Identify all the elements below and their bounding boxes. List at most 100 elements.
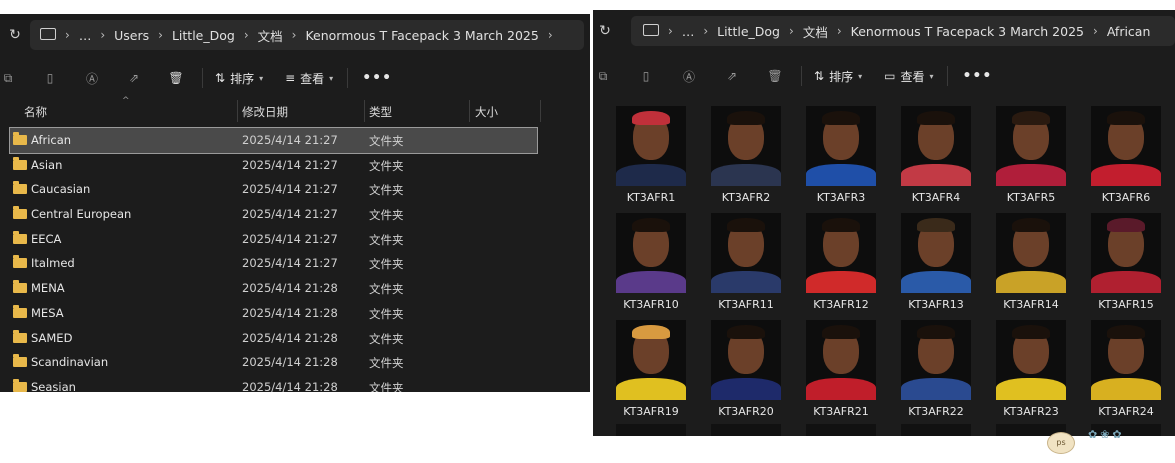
folder-name: Italmed [31, 256, 75, 271]
face-hair [1012, 111, 1050, 125]
thumbnail-label: KT3AFR13 [908, 298, 964, 311]
column-divider[interactable] [237, 100, 238, 122]
folder-type: 文件夹 [369, 183, 404, 198]
face-hair [822, 325, 860, 339]
folder-row[interactable]: Asian 2025/4/14 21:27 文件夹 [0, 153, 590, 178]
share-icon[interactable]: ⇗ [722, 68, 742, 84]
breadcrumb-facepack[interactable]: Kenormous T Facepack 3 March 2025 [305, 28, 538, 43]
thumbnail-label: KT3AFR5 [1006, 191, 1056, 204]
image-thumbnail[interactable]: KT3AFR11 [706, 210, 786, 312]
breadcrumb-documents[interactable]: 文档 [803, 22, 828, 41]
breadcrumb-users[interactable]: Users [114, 28, 149, 43]
face-hair [632, 218, 670, 232]
address-bar: ↻ › … › Users › Little_Dog › 文档 › Kenorm… [0, 14, 590, 56]
column-divider[interactable] [364, 100, 365, 122]
image-thumbnail[interactable]: KT3AFR13 [896, 210, 976, 312]
folder-row[interactable]: MESA 2025/4/14 21:28 文件夹 [0, 301, 590, 326]
view-icon: ≡ [285, 71, 296, 85]
this-pc-icon[interactable] [643, 24, 659, 36]
face-photo [901, 320, 971, 400]
delete-icon[interactable]: 🗑 [765, 68, 785, 84]
folder-type: 文件夹 [369, 380, 404, 392]
face-shirt [806, 164, 876, 186]
sort-button[interactable]: ⇅ 排序 ▾ [215, 70, 263, 87]
face-photo [616, 320, 686, 400]
folder-row[interactable]: Central European 2025/4/14 21:27 文件夹 [0, 202, 590, 227]
breadcrumb-facepack[interactable]: Kenormous T Facepack 3 March 2025 [851, 24, 1084, 39]
view-button[interactable]: ▭ 查看 ▾ [884, 68, 933, 85]
folder-row[interactable]: Caucasian 2025/4/14 21:27 文件夹 [0, 177, 590, 202]
image-thumbnail[interactable]: KT3AFR6 [1086, 103, 1166, 205]
image-thumbnail[interactable]: KT3AFR4 [896, 103, 976, 205]
breadcrumb-more[interactable]: … [682, 24, 695, 39]
face-hair [727, 218, 765, 232]
paste-icon[interactable]: ▯ [40, 70, 60, 86]
folder-type: 文件夹 [369, 158, 404, 173]
column-divider[interactable] [540, 100, 541, 122]
folder-date: 2025/4/14 21:27 [242, 133, 338, 147]
breadcrumb-documents[interactable]: 文档 [258, 26, 283, 45]
thumbnail-label: KT3AFR6 [1101, 191, 1151, 204]
image-thumbnail-partial[interactable] [901, 424, 971, 436]
refresh-icon[interactable]: ↻ [0, 27, 30, 43]
image-thumbnail[interactable]: KT3AFR19 [611, 317, 691, 419]
more-options-button[interactable]: ••• [362, 70, 392, 86]
sort-button[interactable]: ⇅ 排序 ▾ [814, 68, 862, 85]
image-thumbnail[interactable]: KT3AFR22 [896, 317, 976, 419]
folder-row[interactable]: Scandinavian 2025/4/14 21:28 文件夹 [0, 350, 590, 375]
more-options-button[interactable]: ••• [962, 68, 992, 84]
image-thumbnail[interactable]: KT3AFR24 [1086, 317, 1166, 419]
breadcrumb[interactable]: › … › Little_Dog › 文档 › Kenormous T Face… [631, 16, 1175, 46]
folder-row[interactable]: MENA 2025/4/14 21:28 文件夹 [0, 276, 590, 301]
folder-row[interactable]: African 2025/4/14 21:27 文件夹 [9, 127, 538, 154]
column-size[interactable]: 大小 [475, 104, 498, 120]
column-name[interactable]: 名称 [24, 104, 47, 120]
folder-row[interactable]: Seasian 2025/4/14 21:28 文件夹 [0, 375, 590, 392]
folder-row[interactable]: Italmed 2025/4/14 21:27 文件夹 [0, 251, 590, 276]
image-thumbnail[interactable]: KT3AFR20 [706, 317, 786, 419]
thumbnail-label: KT3AFR10 [623, 298, 679, 311]
folder-row[interactable]: SAMED 2025/4/14 21:28 文件夹 [0, 326, 590, 351]
folder-icon [13, 354, 27, 368]
breadcrumb-more[interactable]: … [79, 28, 92, 43]
image-thumbnail[interactable]: KT3AFR10 [611, 210, 691, 312]
toolbar-divider [947, 66, 949, 86]
column-date[interactable]: 修改日期 [242, 104, 288, 120]
rename-icon[interactable]: Ⓐ [82, 70, 102, 86]
chevron-down-icon: ▾ [858, 71, 863, 81]
copy-icon[interactable]: ⧉ [0, 70, 18, 86]
chevron-right-icon[interactable]: › [548, 28, 553, 42]
image-thumbnail[interactable]: KT3AFR21 [801, 317, 881, 419]
image-thumbnail[interactable]: KT3AFR15 [1086, 210, 1166, 312]
view-button[interactable]: ≡ 查看 ▾ [285, 70, 333, 87]
face-hair [1107, 218, 1145, 232]
paste-icon[interactable]: ▯ [636, 68, 656, 84]
this-pc-icon[interactable] [40, 28, 56, 40]
column-divider[interactable] [469, 100, 470, 122]
thumbnail-label: KT3AFR1 [626, 191, 676, 204]
delete-icon[interactable]: 🗑 [166, 70, 186, 86]
refresh-icon[interactable]: ↻ [593, 23, 617, 39]
breadcrumb-little-dog[interactable]: Little_Dog [172, 28, 235, 43]
breadcrumb-african[interactable]: African [1107, 24, 1151, 39]
column-type[interactable]: 类型 [369, 104, 392, 120]
image-thumbnail-partial[interactable] [806, 424, 876, 436]
rename-icon[interactable]: Ⓐ [679, 68, 699, 84]
image-thumbnail[interactable]: KT3AFR5 [991, 103, 1071, 205]
folder-name: Caucasian [31, 182, 91, 197]
folder-row[interactable]: EECA 2025/4/14 21:27 文件夹 [0, 227, 590, 252]
image-thumbnail[interactable]: KT3AFR2 [706, 103, 786, 205]
image-thumbnail[interactable]: KT3AFR14 [991, 210, 1071, 312]
image-thumbnail[interactable]: KT3AFR12 [801, 210, 881, 312]
image-thumbnail-partial[interactable] [711, 424, 781, 436]
image-thumbnail[interactable]: KT3AFR3 [801, 103, 881, 205]
share-icon[interactable]: ⇗ [124, 70, 144, 86]
copy-icon[interactable]: ⧉ [593, 68, 613, 84]
image-thumbnail[interactable]: KT3AFR23 [991, 317, 1071, 419]
breadcrumb-little-dog[interactable]: Little_Dog [717, 24, 780, 39]
image-thumbnail-partial[interactable] [616, 424, 686, 436]
folder-type: 文件夹 [369, 356, 404, 371]
breadcrumb[interactable]: › … › Users › Little_Dog › 文档 › Kenormou… [30, 20, 584, 50]
image-thumbnail[interactable]: KT3AFR1 [611, 103, 691, 205]
face-photo [901, 106, 971, 186]
